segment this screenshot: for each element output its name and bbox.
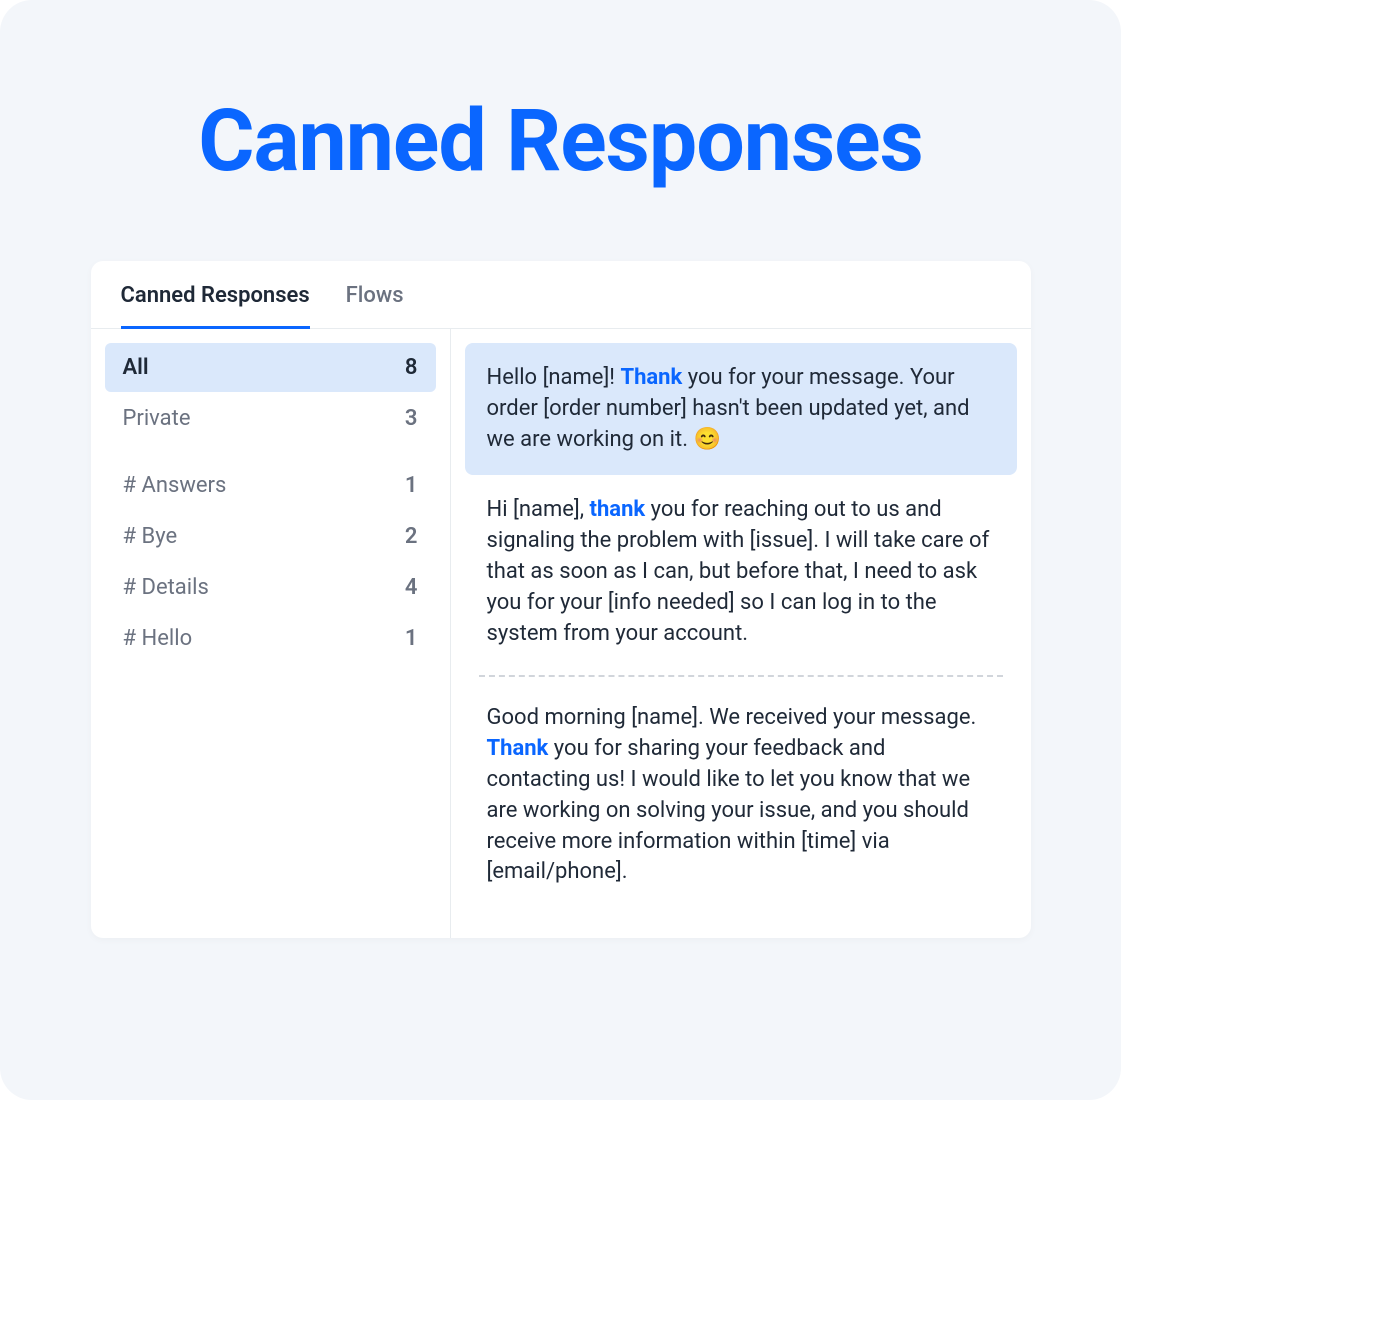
sidebar-item-label: # Answers — [123, 473, 227, 498]
page-title: Canned Responses — [198, 90, 923, 191]
response-item[interactable]: Hi [name], thank you for reaching out to… — [465, 475, 1017, 669]
sidebar-item-count: 2 — [405, 524, 418, 549]
responses-list: Hello [name]! Thank you for your message… — [451, 329, 1031, 938]
response-text-pre: Hi [name], — [487, 497, 590, 522]
sidebar-tag-details[interactable]: # Details 4 — [105, 563, 436, 612]
response-highlight: thank — [590, 497, 646, 522]
sidebar-item-count: 3 — [405, 406, 418, 431]
sidebar-item-label: # Details — [123, 575, 209, 600]
response-item[interactable]: Hello [name]! Thank you for your message… — [465, 343, 1017, 475]
response-divider — [479, 675, 1003, 677]
response-highlight: Thank — [620, 365, 682, 390]
response-highlight: Thank — [487, 736, 549, 761]
response-text-pre: Good morning [name]. We received your me… — [487, 705, 977, 730]
sidebar-item-count: 1 — [405, 473, 418, 498]
sidebar-item-label: # Bye — [123, 524, 178, 549]
tab-canned-responses[interactable]: Canned Responses — [121, 283, 310, 329]
tab-flows[interactable]: Flows — [346, 283, 404, 329]
responses-card: Canned Responses Flows All 8 Private 3 #… — [91, 261, 1031, 938]
sidebar-item-label: All — [123, 355, 149, 380]
sidebar-item-private[interactable]: Private 3 — [105, 394, 436, 443]
sidebar-item-all[interactable]: All 8 — [105, 343, 436, 392]
response-text-post: you for sharing your feedback and contac… — [487, 736, 971, 884]
sidebar-item-count: 4 — [405, 575, 418, 600]
sidebar: All 8 Private 3 # Answers 1 # Bye 2 # — [91, 329, 451, 938]
tab-bar: Canned Responses Flows — [91, 261, 1031, 329]
sidebar-item-label: Private — [123, 406, 191, 431]
sidebar-tag-bye[interactable]: # Bye 2 — [105, 512, 436, 561]
sidebar-tag-answers[interactable]: # Answers 1 — [105, 461, 436, 510]
response-text-pre: Hello [name]! — [487, 365, 621, 390]
sidebar-tag-hello[interactable]: # Hello 1 — [105, 614, 436, 663]
card-body: All 8 Private 3 # Answers 1 # Bye 2 # — [91, 329, 1031, 938]
response-item[interactable]: Good morning [name]. We received your me… — [465, 683, 1017, 908]
sidebar-item-count: 8 — [405, 355, 418, 380]
sidebar-divider — [105, 445, 436, 461]
sidebar-item-count: 1 — [405, 626, 418, 651]
sidebar-item-label: # Hello — [123, 626, 193, 651]
app-container: Canned Responses Canned Responses Flows … — [0, 0, 1121, 1100]
